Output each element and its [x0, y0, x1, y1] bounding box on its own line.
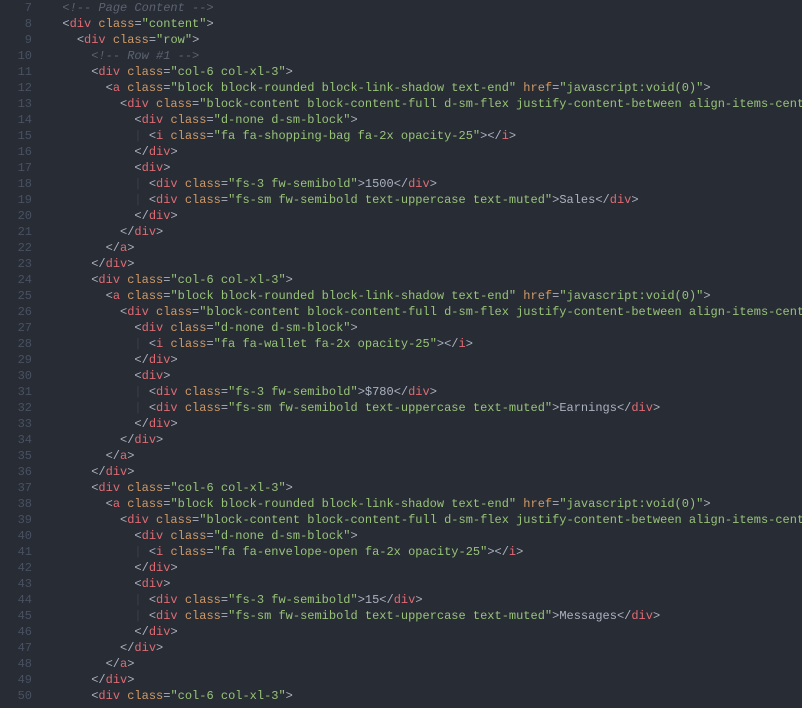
line-number: 38 [0, 496, 32, 512]
code-line[interactable]: <a class="block block-rounded block-link… [48, 288, 802, 304]
line-number: 29 [0, 352, 32, 368]
line-number: 11 [0, 64, 32, 80]
line-number: 40 [0, 528, 32, 544]
code-line[interactable]: <div class="d-none d-sm-block"> [48, 528, 802, 544]
line-number: 49 [0, 672, 32, 688]
code-line[interactable]: </div> [48, 224, 802, 240]
code-line[interactable]: </div> [48, 416, 802, 432]
line-number: 36 [0, 464, 32, 480]
line-number: 23 [0, 256, 32, 272]
line-number: 46 [0, 624, 32, 640]
line-number: 20 [0, 208, 32, 224]
code-area[interactable]: <!-- Page Content --> <div class="conten… [48, 0, 802, 708]
line-number: 33 [0, 416, 32, 432]
code-line[interactable]: <!-- Row #1 --> [48, 48, 802, 64]
code-line[interactable]: | <i class="fa fa-shopping-bag fa-2x opa… [48, 128, 802, 144]
code-line[interactable]: | <i class="fa fa-wallet fa-2x opacity-2… [48, 336, 802, 352]
line-number: 41 [0, 544, 32, 560]
line-number: 9 [0, 32, 32, 48]
code-editor[interactable]: 7891011121314151617181920212223242526272… [0, 0, 802, 708]
line-number: 10 [0, 48, 32, 64]
code-line[interactable]: <a class="block block-rounded block-link… [48, 80, 802, 96]
line-number: 42 [0, 560, 32, 576]
line-number: 34 [0, 432, 32, 448]
line-number: 12 [0, 80, 32, 96]
code-line[interactable]: <div class="row"> [48, 32, 802, 48]
code-line[interactable]: </div> [48, 256, 802, 272]
code-line[interactable]: </div> [48, 624, 802, 640]
line-number: 19 [0, 192, 32, 208]
line-number: 25 [0, 288, 32, 304]
line-number: 30 [0, 368, 32, 384]
code-line[interactable]: | <div class="fs-3 fw-semibold">15</div> [48, 592, 802, 608]
code-line[interactable]: </div> [48, 560, 802, 576]
line-number: 26 [0, 304, 32, 320]
code-line[interactable]: <a class="block block-rounded block-link… [48, 496, 802, 512]
code-line[interactable]: <div> [48, 368, 802, 384]
code-line[interactable]: <div class="col-6 col-xl-3"> [48, 688, 802, 704]
code-line[interactable]: </div> [48, 464, 802, 480]
code-line[interactable]: | <div class="fs-3 fw-semibold">1500</di… [48, 176, 802, 192]
line-number: 8 [0, 16, 32, 32]
line-number: 45 [0, 608, 32, 624]
line-number: 44 [0, 592, 32, 608]
code-line[interactable]: | <div class="fs-3 fw-semibold">$780</di… [48, 384, 802, 400]
line-number: 43 [0, 576, 32, 592]
line-number: 17 [0, 160, 32, 176]
line-number: 13 [0, 96, 32, 112]
line-number: 32 [0, 400, 32, 416]
code-line[interactable]: | <div class="fs-sm fw-semibold text-upp… [48, 400, 802, 416]
line-number: 27 [0, 320, 32, 336]
code-line[interactable]: <div> [48, 160, 802, 176]
code-line[interactable]: </div> [48, 432, 802, 448]
line-number: 22 [0, 240, 32, 256]
line-number: 14 [0, 112, 32, 128]
code-line[interactable]: </div> [48, 640, 802, 656]
code-line[interactable]: <div class="col-6 col-xl-3"> [48, 64, 802, 80]
line-number: 7 [0, 0, 32, 16]
line-number: 24 [0, 272, 32, 288]
code-line[interactable]: </div> [48, 672, 802, 688]
line-number: 28 [0, 336, 32, 352]
code-line[interactable]: <div class="content"> [48, 16, 802, 32]
code-line[interactable]: <div class="block-content block-content-… [48, 304, 802, 320]
code-line[interactable]: </a> [48, 240, 802, 256]
line-number: 15 [0, 128, 32, 144]
code-line[interactable]: | <div class="fs-sm fw-semibold text-upp… [48, 608, 802, 624]
code-line[interactable]: </a> [48, 448, 802, 464]
line-number: 37 [0, 480, 32, 496]
code-line[interactable]: <div class="block-content block-content-… [48, 512, 802, 528]
line-number: 35 [0, 448, 32, 464]
line-number: 16 [0, 144, 32, 160]
code-line[interactable]: | <div class="fs-sm fw-semibold text-upp… [48, 192, 802, 208]
code-line[interactable]: <!-- Page Content --> [48, 0, 802, 16]
line-number: 18 [0, 176, 32, 192]
line-number: 48 [0, 656, 32, 672]
code-line[interactable]: <div> [48, 576, 802, 592]
line-number: 47 [0, 640, 32, 656]
code-line[interactable]: <div class="d-none d-sm-block"> [48, 320, 802, 336]
line-number: 31 [0, 384, 32, 400]
line-number-gutter: 7891011121314151617181920212223242526272… [0, 0, 48, 708]
line-number: 21 [0, 224, 32, 240]
line-number: 39 [0, 512, 32, 528]
code-line[interactable]: | <i class="fa fa-envelope-open fa-2x op… [48, 544, 802, 560]
code-line[interactable]: <div class="col-6 col-xl-3"> [48, 272, 802, 288]
code-line[interactable]: </div> [48, 144, 802, 160]
code-line[interactable]: </div> [48, 208, 802, 224]
code-line[interactable]: </div> [48, 352, 802, 368]
code-line[interactable]: <div class="col-6 col-xl-3"> [48, 480, 802, 496]
code-line[interactable]: </a> [48, 656, 802, 672]
code-line[interactable]: <div class="block-content block-content-… [48, 96, 802, 112]
line-number: 50 [0, 688, 32, 704]
code-line[interactable]: <div class="d-none d-sm-block"> [48, 112, 802, 128]
